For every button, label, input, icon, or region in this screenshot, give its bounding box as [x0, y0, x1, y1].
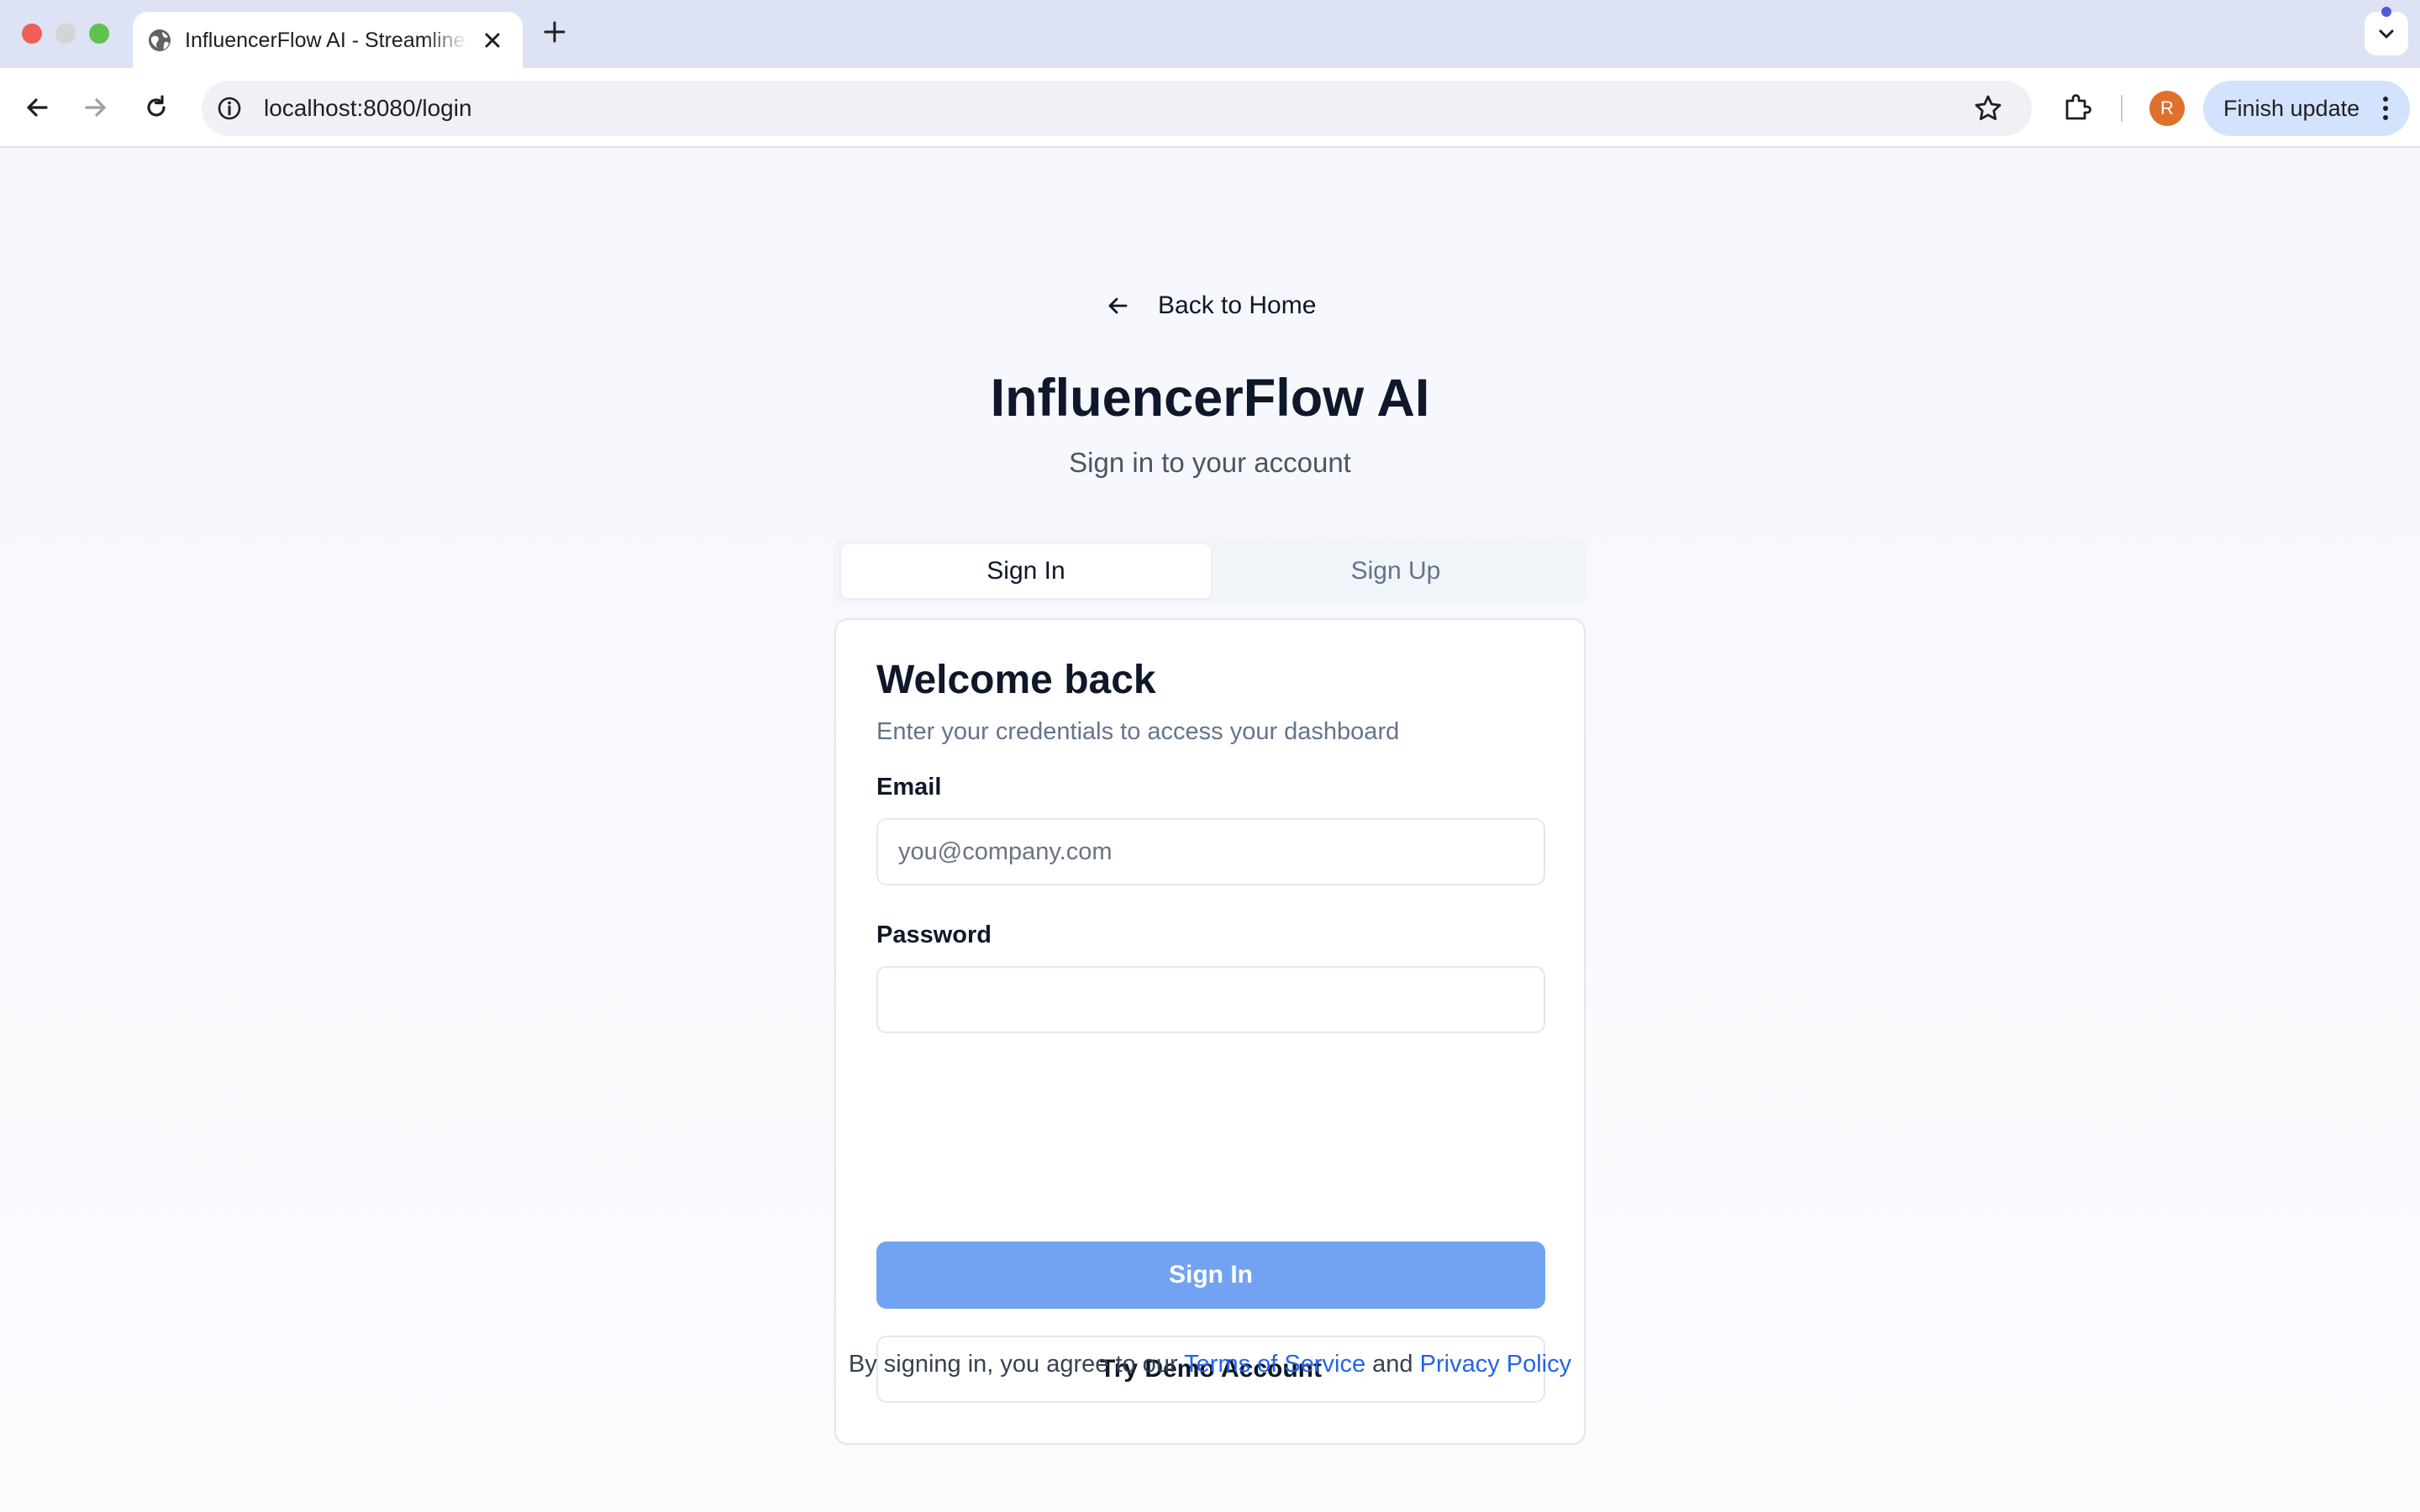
login-page: Back to Home InfluencerFlow AI Sign in t… — [0, 148, 2420, 1512]
finish-update-label: Finish update — [2223, 96, 2360, 121]
chevron-down-icon — [2379, 29, 2394, 39]
email-field[interactable] — [876, 818, 1545, 885]
finish-update-button[interactable]: Finish update — [2203, 81, 2410, 136]
tab-sign-in[interactable]: Sign In — [841, 544, 1211, 598]
legal-notice: By signing in, you agree to our Terms of… — [0, 1346, 2420, 1383]
close-window-button[interactable] — [22, 24, 42, 44]
forward-arrow-icon[interactable] — [81, 92, 111, 123]
back-to-home-label: Back to Home — [1158, 291, 1317, 319]
minimize-window-button[interactable] — [55, 24, 76, 44]
card-title: Welcome back — [876, 658, 1156, 702]
browser-tab[interactable]: InfluencerFlow AI - Streamlined Influenc… — [133, 12, 523, 68]
browser-toolbar: localhost:8080/login R Finish update — [0, 68, 2420, 148]
kebab-menu-icon[interactable] — [2380, 95, 2391, 122]
back-to-home-link[interactable]: Back to Home — [1101, 287, 1321, 324]
tab-search-button[interactable] — [2365, 12, 2408, 55]
url-text[interactable]: localhost:8080/login — [264, 92, 472, 125]
close-icon[interactable] — [481, 29, 504, 52]
password-field[interactable] — [876, 966, 1545, 1033]
reload-icon[interactable] — [141, 92, 171, 123]
address-bar[interactable]: localhost:8080/login — [202, 81, 2032, 136]
sign-in-card: Welcome back Enter your credentials to a… — [834, 618, 1586, 1445]
notification-dot — [2381, 7, 2391, 17]
star-icon[interactable] — [1973, 93, 2003, 123]
sign-in-button[interactable]: Sign In — [876, 1242, 1545, 1309]
globe-icon — [149, 29, 171, 51]
terms-of-service-link[interactable]: Terms of Service — [1184, 1351, 1365, 1378]
password-label: Password — [876, 921, 992, 948]
tab-title: InfluencerFlow AI - Streamlined Influenc… — [185, 29, 467, 52]
card-description: Enter your credentials to access your da… — [876, 718, 1400, 745]
browser-tab-strip: InfluencerFlow AI - Streamlined Influenc… — [0, 0, 2420, 68]
email-label: Email — [876, 774, 942, 801]
puzzle-icon[interactable] — [2060, 91, 2094, 124]
profile-avatar[interactable]: R — [2149, 91, 2185, 126]
arrow-left-icon — [1108, 297, 1128, 314]
legal-conjunction: and — [1372, 1351, 1413, 1378]
page-subtitle: Sign in to your account — [1069, 447, 1351, 478]
page-title: InfluencerFlow AI — [990, 369, 1430, 428]
back-arrow-icon[interactable] — [22, 92, 52, 123]
tab-sign-up[interactable]: Sign Up — [1211, 544, 1581, 598]
toolbar-divider — [2121, 95, 2123, 122]
plus-icon[interactable] — [541, 18, 568, 45]
maximize-window-button[interactable] — [89, 24, 109, 44]
auth-tabs: Sign In Sign Up — [834, 538, 1586, 605]
legal-prefix: By signing in, you agree to our — [848, 1351, 1178, 1378]
info-icon[interactable] — [215, 94, 244, 123]
privacy-policy-link[interactable]: Privacy Policy — [1420, 1351, 1572, 1378]
